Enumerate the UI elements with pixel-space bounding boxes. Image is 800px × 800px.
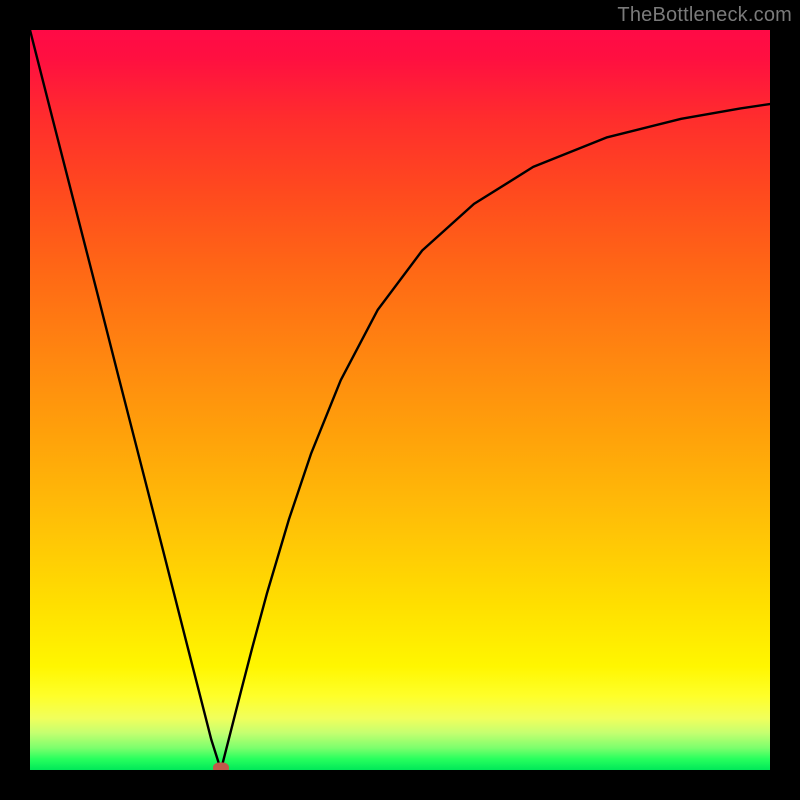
plot-area: [30, 30, 770, 770]
watermark-text: TheBottleneck.com: [617, 4, 792, 27]
chart-frame: TheBottleneck.com: [0, 0, 800, 800]
background-gradient: [30, 30, 770, 770]
